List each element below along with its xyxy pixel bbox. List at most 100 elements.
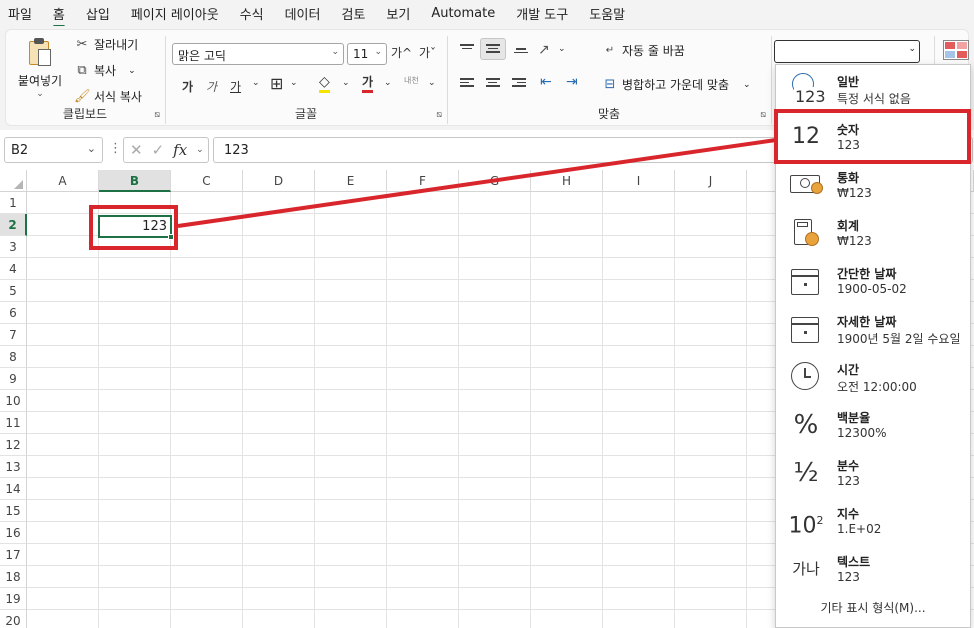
column-header-f[interactable]: F [387,170,459,192]
menu-developer[interactable]: 개발 도구 [516,4,568,23]
row-header-16[interactable]: 16 [0,522,27,544]
chevron-down-icon[interactable]: ⌄ [12,89,68,99]
select-all-corner[interactable] [0,170,27,192]
chevron-down-icon[interactable]: ⌄ [196,145,204,155]
phonetic-guide-button[interactable]: 내천 [404,75,419,86]
row-header-14[interactable]: 14 [0,478,27,500]
more-number-formats-link[interactable]: 기타 표시 형식(M)... [776,599,970,616]
format-item-long-date[interactable]: 자세한 날짜 1900년 5월 2일 수요일 [776,305,970,353]
calendar-icon [791,269,819,295]
shrink-font-button[interactable]: 가ˇ [419,44,436,61]
column-header-d[interactable]: D [243,170,315,192]
align-bottom-icon[interactable] [514,48,528,58]
row-header-2[interactable]: 2 [0,214,27,236]
orientation-icon[interactable]: ↗ [538,42,550,58]
column-header-c[interactable]: C [171,170,243,192]
underline-button[interactable]: 가 [230,78,241,95]
conditional-formatting-icon[interactable] [943,40,971,62]
row-header-9[interactable]: 9 [0,368,27,390]
align-middle-button[interactable] [480,38,506,60]
row-header-7[interactable]: 7 [0,324,27,346]
bold-button[interactable]: 가 [182,78,193,95]
format-item-fraction[interactable]: ½ 분수 123 [776,449,970,497]
cancel-icon[interactable]: ✕ [130,141,143,159]
row-header-12[interactable]: 12 [0,434,27,456]
more-options-icon[interactable]: ⋮ [109,141,122,156]
format-item-currency[interactable]: 통화 ₩123 [776,161,970,209]
row-header-4[interactable]: 4 [0,258,27,280]
format-item-scientific[interactable]: 102 지수 1.E+02 [776,497,970,545]
column-header-a[interactable]: A [27,170,99,192]
chevron-down-icon[interactable]: ⌄ [252,78,260,88]
increase-indent-icon[interactable]: ⇥ [566,74,578,90]
chevron-down-icon[interactable]: ⌄ [743,80,751,90]
enter-check-icon[interactable]: ✓ [152,141,165,159]
align-right-icon[interactable] [512,78,526,88]
wrap-text-button[interactable]: ↵ 자동 줄 바꿈 [602,42,685,59]
dialog-launcher-icon[interactable]: ⧅ [154,110,160,120]
column-header-b[interactable]: B [99,170,171,192]
format-item-general[interactable]: 123 일반 특정 서식 없음 [776,65,970,113]
chevron-down-icon[interactable]: ⌄ [290,78,298,88]
menu-review[interactable]: 검토 [341,4,365,23]
menu-page-layout[interactable]: 페이지 레이아웃 [131,4,219,23]
align-left-icon[interactable] [460,78,474,88]
menu-formulas[interactable]: 수식 [240,4,264,23]
row-header-18[interactable]: 18 [0,566,27,588]
format-item-time[interactable]: 시간 오전 12:00:00 [776,353,970,401]
menu-home[interactable]: 홈 [52,4,65,28]
chevron-down-icon[interactable]: ⌄ [342,78,350,88]
chevron-down-icon[interactable]: ⌄ [558,44,566,54]
font-color-button[interactable]: 가 [362,75,374,93]
column-header-j[interactable]: J [675,170,747,192]
chevron-down-icon[interactable]: ⌄ [128,66,136,76]
format-item-short-date[interactable]: 간단한 날짜 1900-05-02 [776,257,970,305]
align-top-icon[interactable] [460,44,474,54]
grow-font-button[interactable]: 가^ [391,44,412,61]
row-header-17[interactable]: 17 [0,544,27,566]
font-name-select[interactable]: 맑은 고딕 ⌄ [172,43,344,65]
row-header-15[interactable]: 15 [0,500,27,522]
number-format-combo[interactable]: ⌄ [774,40,920,63]
menu-data[interactable]: 데이터 [285,4,321,23]
format-item-percentage[interactable]: % 백분율 12300% [776,401,970,449]
fill-color-icon[interactable]: ◇ [319,75,330,93]
column-header-e[interactable]: E [315,170,387,192]
row-header-10[interactable]: 10 [0,390,27,412]
insert-function-button[interactable]: fx [173,141,187,159]
row-header-13[interactable]: 13 [0,456,27,478]
column-header-h[interactable]: H [531,170,603,192]
row-header-5[interactable]: 5 [0,280,27,302]
row-header-3[interactable]: 3 [0,236,27,258]
copy-button[interactable]: ⧉ 복사 ⌄ [74,62,136,79]
dialog-launcher-icon[interactable]: ⧅ [436,110,442,120]
row-header-6[interactable]: 6 [0,302,27,324]
format-item-text[interactable]: 가나 텍스트 123 [776,545,970,593]
format-painter-button[interactable]: 🖌 서식 복사 [74,88,142,105]
menu-automate[interactable]: Automate [431,6,495,21]
align-center-icon[interactable] [486,78,500,88]
dialog-launcher-icon[interactable]: ⧅ [760,110,766,120]
column-header-g[interactable]: G [459,170,531,192]
row-header-20[interactable]: 20 [0,610,27,628]
borders-icon[interactable]: ⊞ [270,74,283,93]
menu-help[interactable]: 도움말 [589,4,625,23]
paste-button[interactable]: 붙여넣기 ⌄ [12,38,68,99]
format-item-accounting[interactable]: 회계 ₩123 [776,209,970,257]
row-header-8[interactable]: 8 [0,346,27,368]
column-header-i[interactable]: I [603,170,675,192]
merge-center-button[interactable]: ⊟ 병합하고 가운데 맞춤 ⌄ [602,76,751,93]
row-header-19[interactable]: 19 [0,588,27,610]
font-size-select[interactable]: 11 ⌄ [347,43,387,65]
menu-insert[interactable]: 삽입 [86,4,110,23]
italic-button[interactable]: 가 [206,78,217,95]
chevron-down-icon[interactable]: ⌄ [384,78,392,88]
decrease-indent-icon[interactable]: ⇤ [540,74,552,90]
menu-view[interactable]: 보기 [386,4,410,23]
cut-button[interactable]: ✂ 잘라내기 [74,36,139,53]
menu-file[interactable]: 파일 [8,4,32,23]
row-header-1[interactable]: 1 [0,192,27,214]
chevron-down-icon[interactable]: ⌄ [428,78,436,88]
row-header-11[interactable]: 11 [0,412,27,434]
name-box[interactable]: B2 ⌄ [4,137,103,163]
